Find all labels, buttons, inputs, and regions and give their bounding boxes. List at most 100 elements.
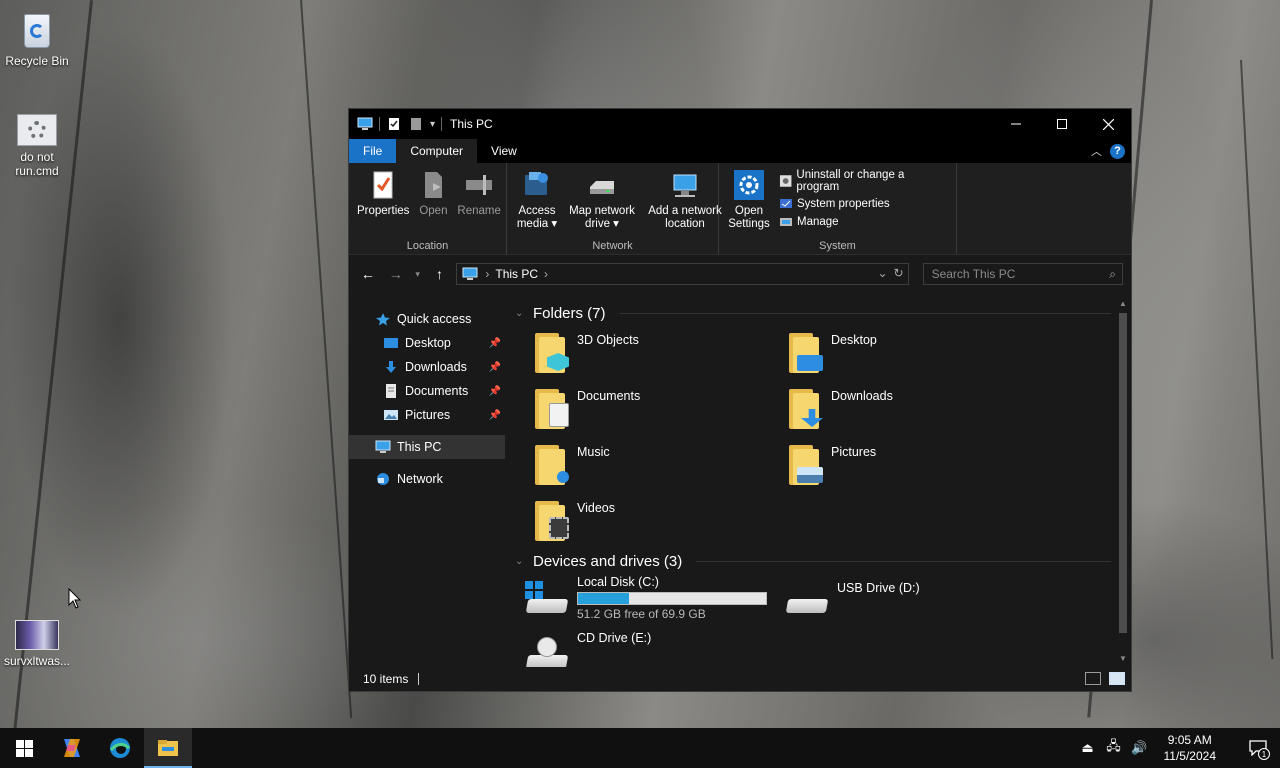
nav-label: This PC bbox=[397, 440, 442, 454]
maximize-button[interactable] bbox=[1039, 109, 1085, 139]
windows-logo-icon bbox=[15, 739, 33, 757]
edge-button[interactable] bbox=[96, 728, 144, 768]
scroll-up-arrow-icon[interactable]: ▲ bbox=[1117, 299, 1129, 308]
3d-objects-folder-icon bbox=[531, 333, 569, 373]
taskbar: ⏏ 🖧 🔊 9:05 AM 11/5/2024 1 bbox=[0, 728, 1280, 768]
folder-label: Documents bbox=[577, 389, 641, 403]
search-icon: ⌕ bbox=[1109, 267, 1116, 281]
breadcrumb-chevron-icon[interactable]: › bbox=[544, 267, 548, 281]
large-icons-view-icon[interactable] bbox=[1109, 672, 1125, 685]
divider bbox=[696, 560, 1111, 562]
manage-label: Manage bbox=[797, 216, 839, 228]
up-arrow-icon[interactable]: ↑ bbox=[429, 266, 451, 282]
breadcrumb-chevron-icon[interactable]: › bbox=[485, 267, 489, 281]
nav-item-quick-access[interactable]: Quick access bbox=[349, 307, 505, 331]
network-status-icon[interactable]: 🖧 bbox=[1106, 738, 1122, 756]
close-button[interactable] bbox=[1085, 109, 1131, 139]
recent-locations-chevron-icon[interactable]: ▾ bbox=[413, 269, 423, 280]
nav-item-pictures[interactable]: Pictures 📌 bbox=[349, 403, 505, 427]
nav-item-documents[interactable]: Documents 📌 bbox=[349, 379, 505, 403]
uninstall-program-button[interactable]: Uninstall or change a program bbox=[779, 169, 952, 193]
system-properties-button[interactable]: System properties bbox=[779, 197, 952, 211]
navigation-pane: Quick access Desktop 📌 Downloads 📌 Docum… bbox=[349, 295, 505, 667]
address-dropdown-chevron-icon[interactable]: ⌄ bbox=[877, 266, 887, 280]
status-bar: 10 items bbox=[349, 667, 1131, 691]
drive-free-space: 51.2 GB free of 69.9 GB bbox=[577, 607, 706, 621]
access-media-icon bbox=[525, 172, 548, 195]
start-button[interactable] bbox=[0, 728, 48, 768]
usb-eject-icon[interactable]: ⏏ bbox=[1080, 740, 1096, 756]
rename-label: Rename bbox=[457, 205, 501, 217]
tab-computer[interactable]: Computer bbox=[396, 139, 478, 163]
drive-name: CD Drive (E:) bbox=[577, 631, 652, 645]
window-title: This PC bbox=[450, 117, 493, 131]
nav-item-desktop[interactable]: Desktop 📌 bbox=[349, 331, 505, 355]
drives-section-header[interactable]: ⌄ Devices and drives (3) bbox=[515, 547, 1131, 575]
nav-item-downloads[interactable]: Downloads 📌 bbox=[349, 355, 505, 379]
drive-item-local-disk-c[interactable]: Local Disk (C:) 51.2 GB free of 69.9 GB bbox=[525, 575, 779, 631]
edge-browser-icon bbox=[109, 738, 130, 758]
drive-item-usb-d[interactable]: USB Drive (D:) bbox=[779, 575, 1033, 631]
folder-item-pictures[interactable]: Pictures bbox=[785, 445, 1039, 491]
manage-button[interactable]: Manage bbox=[779, 215, 952, 229]
customize-toolbar-chevron-icon[interactable]: ▾ bbox=[430, 119, 435, 130]
nav-item-this-pc[interactable]: This PC bbox=[349, 435, 505, 459]
collapse-ribbon-chevron-icon[interactable]: ︿ bbox=[1091, 143, 1102, 159]
file-explorer-taskbar-button[interactable] bbox=[144, 728, 192, 768]
collapse-chevron-icon[interactable]: ⌄ bbox=[515, 308, 527, 319]
folder-item-3d-objects[interactable]: 3D Objects bbox=[531, 333, 785, 379]
quick-access-toolbar: ▾ bbox=[349, 117, 443, 131]
tab-file[interactable]: File bbox=[349, 139, 397, 163]
desktop-icon-recycle-bin[interactable]: Recycle Bin bbox=[0, 8, 74, 68]
nav-item-network[interactable]: Network bbox=[349, 467, 505, 491]
close-icon bbox=[1102, 118, 1114, 130]
maximize-icon bbox=[1057, 119, 1067, 129]
properties-icon[interactable] bbox=[386, 117, 402, 131]
address-bar[interactable]: › This PC › ⌄ ↻ bbox=[456, 263, 909, 285]
breadcrumb-this-pc[interactable]: This PC bbox=[495, 267, 538, 281]
desktop-icon-cmd-file[interactable]: do not run.cmd bbox=[0, 114, 74, 178]
folders-heading: Folders (7) bbox=[533, 304, 606, 322]
clock[interactable]: 9:05 AM 11/5/2024 bbox=[1164, 732, 1217, 764]
collapse-chevron-icon[interactable]: ⌄ bbox=[515, 556, 527, 567]
copilot-button[interactable] bbox=[48, 728, 96, 768]
drives-heading: Devices and drives (3) bbox=[533, 552, 683, 570]
ribbon-group-label: Location bbox=[406, 240, 449, 252]
minimize-button[interactable] bbox=[993, 109, 1039, 139]
folder-item-videos[interactable]: Videos bbox=[531, 501, 785, 547]
pin-icon: 📌 bbox=[488, 337, 501, 349]
ribbon-group-network: Access media ▾ Map network drive ▾ Add a… bbox=[507, 163, 722, 254]
cmd-file-icon bbox=[17, 114, 57, 146]
forward-arrow-icon[interactable]: → bbox=[385, 266, 407, 282]
item-count: 10 items bbox=[363, 672, 409, 686]
desktop-icon-label: do not run.cmd bbox=[15, 150, 59, 178]
clock-time: 9:05 AM bbox=[1167, 733, 1212, 747]
scrollbar-thumb[interactable] bbox=[1119, 313, 1127, 633]
help-icon[interactable]: ? bbox=[1110, 143, 1125, 159]
folder-item-music[interactable]: Music bbox=[531, 445, 785, 491]
add-network-location-label: Add a network location bbox=[648, 205, 722, 230]
folder-item-downloads[interactable]: Downloads bbox=[785, 389, 1039, 435]
details-view-icon[interactable] bbox=[1085, 672, 1101, 685]
folder-label: Videos bbox=[577, 501, 615, 515]
copilot-icon bbox=[64, 739, 80, 757]
tab-view[interactable]: View bbox=[477, 139, 531, 163]
vertical-scrollbar[interactable]: ▲ ▼ bbox=[1117, 299, 1129, 663]
new-folder-icon[interactable] bbox=[408, 117, 424, 131]
notification-count-badge: 1 bbox=[1258, 748, 1270, 760]
volume-icon[interactable]: 🔊 bbox=[1131, 740, 1147, 756]
folder-item-documents[interactable]: Documents bbox=[531, 389, 785, 435]
refresh-icon[interactable]: ↻ bbox=[894, 266, 904, 280]
desktop-icon-image-file[interactable]: survxltwas... bbox=[0, 620, 74, 668]
nav-label: Downloads bbox=[405, 360, 467, 374]
this-pc-icon bbox=[357, 117, 373, 130]
folder-label: Music bbox=[577, 445, 610, 459]
back-arrow-icon[interactable]: ← bbox=[357, 266, 379, 282]
image-thumbnail-icon bbox=[15, 620, 59, 650]
folder-item-desktop[interactable]: Desktop bbox=[785, 333, 1039, 379]
title-bar[interactable]: ▾ This PC bbox=[349, 109, 1131, 139]
folders-section-header[interactable]: ⌄ Folders (7) bbox=[515, 299, 1131, 327]
search-input[interactable]: Search This PC ⌕ bbox=[922, 263, 1123, 285]
notification-center-button[interactable]: 1 bbox=[1246, 736, 1270, 760]
scroll-down-arrow-icon[interactable]: ▼ bbox=[1117, 654, 1129, 663]
